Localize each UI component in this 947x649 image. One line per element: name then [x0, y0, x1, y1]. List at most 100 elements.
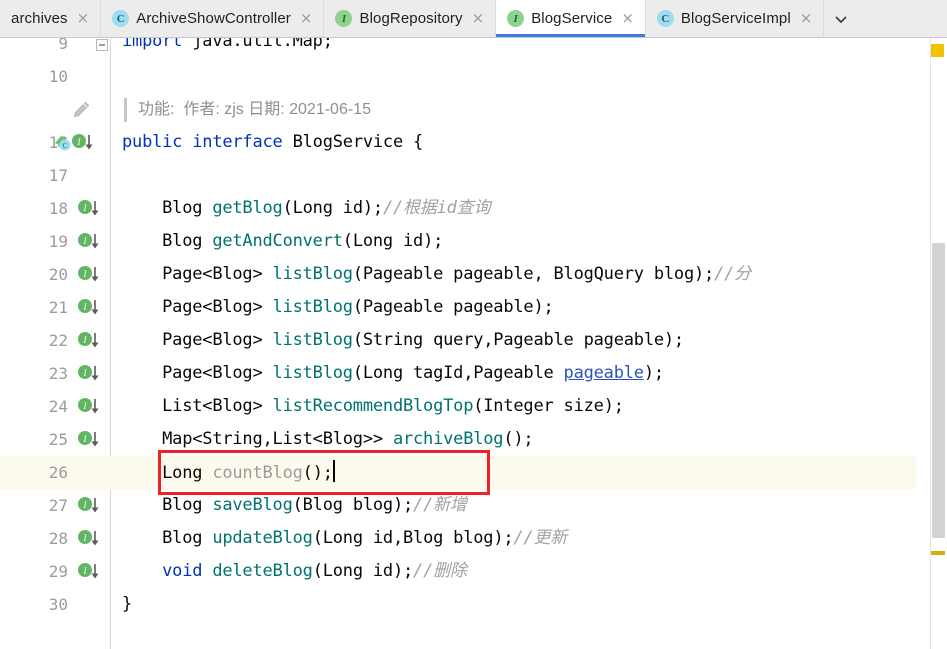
folded-comment-bar: [124, 98, 127, 122]
code-line-row[interactable]: 23 I Page<Blog> listBlog(Long tagId,Pagea…: [0, 357, 947, 390]
line-number: 26: [48, 463, 68, 482]
overridden-method-gutter-icon[interactable]: I: [76, 232, 106, 252]
code-line-row[interactable]: 19 I Blog getAndConvert(Long id);: [0, 225, 947, 258]
overridden-method-gutter-icon[interactable]: I: [76, 331, 106, 351]
code-line-row[interactable]: 功能: 作者: zjs 日期: 2021-06-15: [0, 93, 947, 126]
code-text[interactable]: Page<Blog> listBlog(Long tagId,Pageable …: [122, 357, 664, 390]
code-text[interactable]: Blog getAndConvert(Long id);: [122, 225, 443, 258]
code-text[interactable]: import java.util.Map;: [122, 38, 333, 58]
folded-comment-text[interactable]: 功能: 作者: zjs 日期: 2021-06-15: [138, 93, 371, 126]
overridden-method-gutter-icon[interactable]: I: [76, 430, 106, 450]
editor-tab-bar: archives × C ArchiveShowController × I B…: [0, 0, 947, 38]
code-line-row[interactable]: 10: [0, 60, 947, 93]
code-token: //更新: [513, 528, 568, 548]
code-line-row[interactable]: 18 I Blog getBlog(Long id);//根据id查询: [0, 192, 947, 225]
code-line-row[interactable]: 24 I List<Blog> listRecommendBlogTop(Inte…: [0, 390, 947, 423]
code-line-row[interactable]: 27 I Blog saveBlog(Blog blog);//新增: [0, 489, 947, 522]
close-icon[interactable]: ×: [619, 11, 634, 26]
implemented-by-gutter-icon[interactable]: CI: [52, 133, 93, 153]
code-text[interactable]: Blog updateBlog(Long id,Blog blog);//更新: [122, 522, 567, 555]
editor-window: archives × C ArchiveShowController × I B…: [0, 0, 947, 649]
code-text[interactable]: void deleteBlog(Long id);//删除: [122, 555, 467, 588]
close-icon[interactable]: ×: [75, 11, 90, 26]
code-text[interactable]: }: [122, 588, 132, 621]
code-line-row[interactable]: 21 I Page<Blog> listBlog(Pageable pageabl…: [0, 291, 947, 324]
code-token: (Long id,Blog blog);: [312, 528, 514, 548]
editor-scrollbar[interactable]: [930, 38, 947, 649]
class-icon: C: [656, 10, 674, 27]
code-token: listBlog: [272, 363, 353, 383]
line-number: 28: [48, 529, 68, 548]
code-token: listBlog: [272, 264, 353, 284]
line-number: 29: [48, 562, 68, 581]
fold-collapse-icon[interactable]: [96, 38, 108, 56]
code-token: getBlog: [212, 198, 283, 218]
code-token: (Blog blog);: [292, 495, 414, 515]
code-token: Blog: [122, 231, 213, 251]
code-token: (String query,Pageable pageable);: [352, 330, 684, 350]
code-line-row[interactable]: 30}: [0, 588, 947, 621]
code-token: Long: [122, 463, 213, 483]
overridden-method-gutter-icon[interactable]: I: [76, 298, 106, 318]
code-line-row[interactable]: 9 import java.util.Map;: [0, 38, 947, 60]
svg-text:C: C: [63, 142, 68, 150]
code-editor[interactable]: 9 import java.util.Map; 10 功能: 作者: zjs 日期: …: [0, 38, 947, 649]
code-token: pageable: [563, 363, 644, 383]
line-number: 30: [48, 595, 68, 614]
text-caret: [332, 460, 335, 482]
tab-blog-service-impl[interactable]: C BlogServiceImpl ×: [645, 0, 825, 37]
code-token: interface: [192, 132, 293, 152]
code-line-row[interactable]: 22 I Page<Blog> listBlog(String query,Pag…: [0, 324, 947, 357]
code-token: Page<Blog>: [122, 363, 273, 383]
code-text[interactable]: Page<Blog> listBlog(Pageable pageable);: [122, 291, 554, 324]
code-token: Page<Blog>: [122, 330, 273, 350]
tab-blog-service[interactable]: I BlogService ×: [496, 0, 646, 37]
close-icon[interactable]: ×: [470, 11, 485, 26]
code-line-row[interactable]: 28 I Blog updateBlog(Long id,Blog blog);/…: [0, 522, 947, 555]
code-token: (Long id);: [282, 198, 384, 218]
overridden-method-gutter-icon[interactable]: I: [76, 529, 106, 549]
line-number: 20: [48, 265, 68, 284]
code-token: //新增: [413, 495, 467, 515]
code-line-row[interactable]: 29 I void deleteBlog(Long id);//删除: [0, 555, 947, 588]
line-number: 24: [48, 397, 68, 416]
code-token: countBlog: [212, 463, 303, 483]
code-text[interactable]: public interface BlogService {: [122, 126, 423, 159]
tab-archive-show-controller[interactable]: C ArchiveShowController ×: [101, 0, 325, 37]
tab-archives[interactable]: archives ×: [0, 0, 102, 37]
tab-label: ArchiveShowController: [136, 10, 291, 27]
code-text[interactable]: List<Blog> listRecommendBlogTop(Integer …: [122, 390, 624, 423]
code-text[interactable]: Blog saveBlog(Blog blog);//新增: [122, 489, 467, 522]
line-number: 27: [48, 496, 68, 515]
line-number: 17: [48, 166, 68, 185]
edit-pencil-icon[interactable]: [70, 99, 92, 121]
code-text[interactable]: Blog getBlog(Long id);//根据id查询: [122, 192, 490, 225]
close-icon[interactable]: ×: [298, 11, 313, 26]
code-token: (Pageable pageable, BlogQuery blog);: [352, 264, 715, 284]
editor-right-margin: [916, 38, 930, 649]
overridden-method-gutter-icon[interactable]: I: [76, 265, 106, 285]
line-number: 19: [48, 232, 68, 251]
code-line-row[interactable]: 17: [0, 159, 947, 192]
code-text[interactable]: Map<String,List<Blog>> archiveBlog();: [122, 423, 534, 456]
code-text[interactable]: Page<Blog> listBlog(Pageable pageable, B…: [122, 258, 751, 291]
tab-overflow-chevron-down-icon[interactable]: [824, 0, 859, 37]
tab-blog-repository[interactable]: I BlogRepository ×: [324, 0, 497, 37]
code-text[interactable]: Page<Blog> listBlog(String query,Pageabl…: [122, 324, 684, 357]
interface-icon: I: [335, 10, 353, 27]
changed-line-marker[interactable]: [931, 551, 945, 555]
code-line-row[interactable]: 16CIpublic interface BlogService {: [0, 126, 947, 159]
overridden-method-gutter-icon[interactable]: I: [76, 562, 106, 582]
code-line-row[interactable]: 25 I Map<String,List<Blog>> archiveBlog()…: [0, 423, 947, 456]
code-token: saveBlog: [212, 495, 293, 515]
scrollbar-thumb[interactable]: [932, 243, 945, 538]
close-icon[interactable]: ×: [798, 11, 813, 26]
code-line-row[interactable]: 26 Long countBlog();: [0, 456, 947, 489]
overridden-method-gutter-icon[interactable]: I: [76, 397, 106, 417]
code-line-row[interactable]: 20 I Page<Blog> listBlog(Pageable pageabl…: [0, 258, 947, 291]
overridden-method-gutter-icon[interactable]: I: [76, 199, 106, 219]
code-text[interactable]: Long countBlog();: [122, 456, 335, 490]
overridden-method-gutter-icon[interactable]: I: [76, 496, 106, 516]
overridden-method-gutter-icon[interactable]: I: [76, 364, 106, 384]
warning-marker-icon[interactable]: [931, 44, 944, 57]
